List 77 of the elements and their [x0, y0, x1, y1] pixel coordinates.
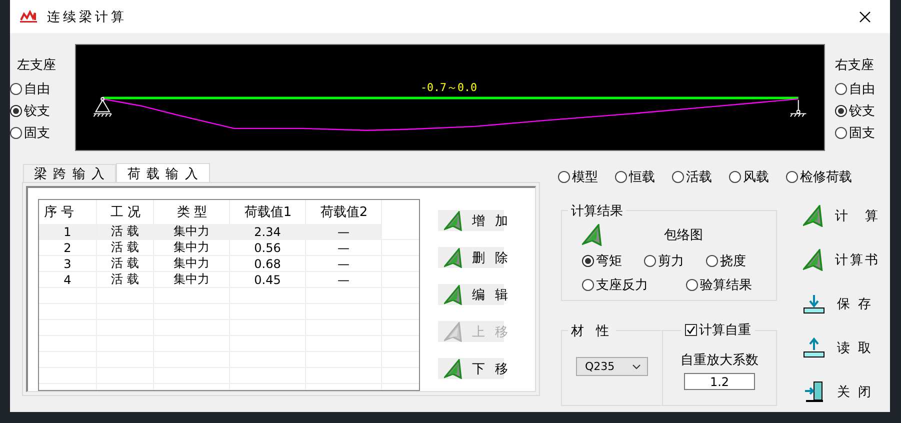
radio-circle-icon[interactable] [835, 127, 847, 139]
radio-circle-icon[interactable] [558, 170, 570, 182]
group-title: 材 性 [568, 322, 616, 340]
chart-logo-icon [20, 10, 37, 24]
close-icon [859, 10, 871, 22]
radio-option[interactable]: 活载 [672, 166, 712, 187]
radio-option[interactable]: 检修荷载 [786, 166, 852, 187]
radio-circle-icon[interactable] [615, 170, 627, 182]
download-icon [803, 292, 825, 314]
tab[interactable]: 梁 跨 输 入 [23, 164, 116, 182]
radio-option[interactable]: 模型 [558, 166, 598, 187]
column-header: 类 型 [176, 204, 208, 222]
radio-circle-icon[interactable] [786, 170, 798, 182]
radio-circle-icon[interactable] [706, 255, 718, 267]
triangle-icon [444, 358, 462, 378]
column-header: 荷载值1 [243, 204, 293, 222]
radio-option[interactable]: 剪力 [644, 252, 684, 270]
material-dropdown[interactable]: Q235 [576, 357, 648, 376]
triangle-icon [803, 204, 823, 226]
factor-label: 自重放大系数 [680, 352, 758, 369]
radio-circle-icon[interactable] [835, 105, 847, 117]
radio-option[interactable]: 自由 [10, 80, 65, 98]
chevron-icon [632, 364, 641, 370]
self-weight-checkbox[interactable]: 计算自重 [681, 321, 755, 339]
radio-circle-icon[interactable] [644, 255, 656, 267]
support-label: 左支座 [17, 57, 57, 74]
triangle-icon [444, 248, 462, 268]
envelope-label: 包络图 [664, 227, 703, 244]
radio-option[interactable]: 弯矩 [582, 252, 622, 270]
column-header: 荷载值2 [319, 204, 369, 222]
radio-circle-icon[interactable] [582, 255, 594, 267]
group-title: 计算结果 [568, 202, 626, 220]
support-label: 右支座 [835, 57, 874, 74]
radio-circle-icon[interactable] [582, 279, 594, 291]
table-cell: 1 [39, 224, 97, 240]
column-header: 序 号 [43, 204, 76, 222]
radio-option[interactable]: 铰支 [835, 102, 890, 120]
triangle-icon [444, 322, 462, 342]
radio-option[interactable]: 风载 [729, 166, 769, 187]
action-button[interactable]: 计 算 [803, 205, 880, 226]
radio-option[interactable]: 铰支 [10, 102, 65, 120]
factor-field[interactable]: 1.2 [684, 373, 755, 390]
radio-circle-icon[interactable] [729, 170, 741, 182]
radio-option[interactable]: 自由 [835, 80, 890, 98]
roller-support-icon [790, 99, 807, 118]
radio-option[interactable]: 支座反力 [582, 276, 648, 294]
pin-support-icon [93, 97, 112, 118]
table-cell: — [306, 224, 382, 240]
column-header: 工 况 [109, 204, 142, 222]
radio-option[interactable]: 固支 [10, 124, 65, 142]
action-button[interactable]: 保 存 [803, 293, 880, 314]
checkmark-icon [686, 325, 696, 335]
radio-circle-icon[interactable] [10, 127, 22, 139]
action-button[interactable]: 关 闭 [803, 381, 880, 402]
tab[interactable]: 荷 载 输 入 [116, 163, 210, 183]
table-cell: 集中力 [154, 224, 230, 240]
action-button[interactable]: 读 取 [803, 337, 880, 358]
table-cell: 活 载 [97, 224, 154, 240]
radio-option[interactable]: 恒载 [615, 166, 655, 187]
radio-option[interactable]: 挠度 [706, 252, 746, 270]
radio-option[interactable]: 固支 [835, 124, 890, 142]
radio-circle-icon[interactable] [10, 83, 22, 95]
radio-circle-icon[interactable] [686, 279, 698, 291]
window-title: 连续梁计算 [47, 8, 127, 26]
triangle-icon [444, 284, 462, 304]
radio-circle-icon[interactable] [10, 105, 22, 117]
radio-circle-icon[interactable] [672, 170, 684, 182]
radio-circle-icon[interactable] [835, 83, 847, 95]
radio-option[interactable]: 验算结果 [686, 276, 752, 294]
upload-icon [803, 336, 825, 358]
range-label: -0.7～0.0 [420, 81, 477, 94]
triangle-icon [582, 224, 602, 246]
door-icon [803, 380, 825, 402]
action-button[interactable]: 计算书 [803, 249, 880, 270]
triangle-icon [803, 248, 823, 270]
triangle-icon [444, 210, 462, 230]
table-cell: 2.34 [230, 224, 306, 240]
